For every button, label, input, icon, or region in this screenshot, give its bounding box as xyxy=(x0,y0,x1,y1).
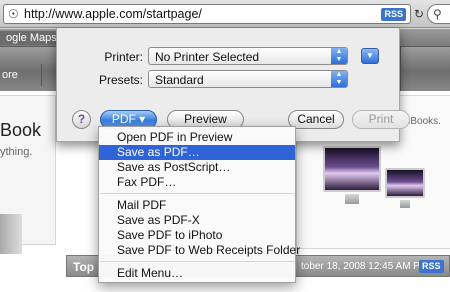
imac-stand xyxy=(345,194,359,204)
printer-value: No Printer Selected xyxy=(155,50,260,64)
bookmark-google-maps[interactable]: ogle Maps xyxy=(0,31,63,45)
reload-icon[interactable]: ↻ xyxy=(414,7,424,21)
cancel-button[interactable]: Cancel xyxy=(288,110,344,129)
imac-large-image xyxy=(323,146,381,192)
imac-small-image xyxy=(385,168,425,198)
rss-badge[interactable]: RSS xyxy=(381,8,406,21)
menu-item-edit-menu[interactable]: Edit Menu… xyxy=(99,266,295,281)
pdf-menu: Open PDF in Preview Save as PDF… Save as… xyxy=(98,126,300,283)
promo-title: Book xyxy=(0,120,42,140)
menu-item-save-as-postscript[interactable]: Save as PostScript… xyxy=(99,160,295,175)
menu-item-open-pdf-in-preview[interactable]: Open PDF in Preview xyxy=(99,130,295,145)
printer-label: Printer: xyxy=(104,50,143,64)
menu-item-mail-pdf[interactable]: Mail PDF xyxy=(99,198,295,213)
updown-arrows-icon: ▲ ▼ xyxy=(331,48,347,64)
print-button[interactable]: Print xyxy=(352,110,410,129)
menu-separator xyxy=(100,261,294,262)
promo-subtitle: ything. xyxy=(0,146,33,158)
presets-popup[interactable]: Standard ▲ ▼ xyxy=(148,70,348,88)
browser-toolbar: ☉ http://www.apple.com/startpage/ RSS ↻ … xyxy=(0,0,450,28)
printer-popup[interactable]: No Printer Selected ▲ ▼ xyxy=(148,47,348,65)
nav-search-area xyxy=(400,47,450,91)
address-bar[interactable]: ☉ http://www.apple.com/startpage/ RSS xyxy=(3,4,411,24)
help-button[interactable]: ? xyxy=(72,110,91,129)
top-sites-date: tober 18, 2008 12:45 AM PDT xyxy=(301,261,434,272)
menu-item-save-pdf-to-iphoto[interactable]: Save PDF to iPhoto xyxy=(99,228,295,243)
macbook-image xyxy=(0,214,22,254)
print-dialog: Printer: No Printer Selected ▲ ▼ ▼ Preset… xyxy=(56,28,410,142)
imac-stand xyxy=(400,200,410,208)
search-icon: ⚲ xyxy=(433,7,442,21)
menu-item-fax-pdf[interactable]: Fax PDF… xyxy=(99,175,295,190)
presets-value: Standard xyxy=(155,73,204,87)
menu-item-save-as-pdf-x[interactable]: Save as PDF-X xyxy=(99,213,295,228)
globe-icon: ☉ xyxy=(8,7,19,21)
menu-item-save-pdf-to-web-receipts[interactable]: Save PDF to Web Receipts Folder xyxy=(99,243,300,258)
menu-item-save-as-pdf[interactable]: Save as PDF… xyxy=(99,145,295,160)
url-text: http://www.apple.com/startpage/ xyxy=(24,7,202,21)
presets-label: Presets: xyxy=(98,73,143,87)
macbook-promo-left: Book ything. xyxy=(0,95,56,254)
search-field[interactable]: ⚲ xyxy=(427,4,450,24)
disclosure-triangle-button[interactable]: ▼ xyxy=(361,48,379,64)
updown-arrows-icon: ▲ ▼ xyxy=(331,71,347,87)
menu-separator xyxy=(100,193,294,194)
rss-badge[interactable]: RSS xyxy=(419,260,444,273)
nav-store-link[interactable]: ore xyxy=(0,64,42,86)
